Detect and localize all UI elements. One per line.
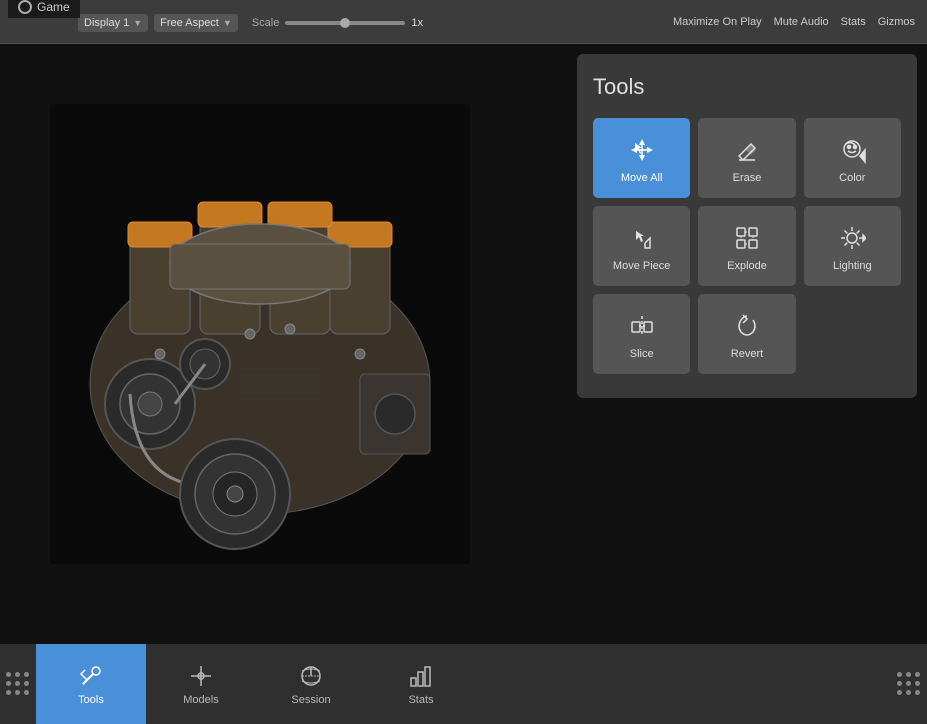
maximize-button[interactable]: Maximize On Play <box>673 16 762 28</box>
game-tab-label: Game <box>37 0 70 14</box>
models-nav-icon <box>187 662 215 690</box>
revert-icon <box>733 312 761 340</box>
tool-slice[interactable]: Slice <box>593 294 690 374</box>
stats-button[interactable]: Stats <box>841 16 866 28</box>
scale-handle <box>340 18 350 28</box>
engine-visual <box>50 104 470 564</box>
move-all-icon <box>628 136 656 164</box>
tools-grid: Move All Erase <box>593 118 901 374</box>
right-drag-handle[interactable] <box>891 644 927 724</box>
erase-icon <box>733 136 761 164</box>
toolbar: Game Display 1 ▼ Free Aspect ▼ Scale 1x … <box>0 0 927 44</box>
slice-icon <box>628 312 656 340</box>
aspect-label: Free Aspect <box>160 17 219 29</box>
display-label: Display 1 <box>84 17 129 29</box>
tool-move-all-label: Move All <box>621 172 663 184</box>
nav-stats-label: Stats <box>408 694 433 706</box>
nav-item-stats[interactable]: Stats <box>366 644 476 724</box>
tool-move-piece-label: Move Piece <box>613 260 670 272</box>
game-tab[interactable]: Game <box>8 0 80 18</box>
nav-item-models[interactable]: Models <box>146 644 256 724</box>
display-dropdown[interactable]: Display 1 ▼ <box>78 14 148 32</box>
tool-revert-label: Revert <box>731 348 763 360</box>
nav-item-tools[interactable]: Tools <box>36 644 146 724</box>
color-icon <box>838 136 866 164</box>
tool-erase[interactable]: Erase <box>698 118 795 198</box>
scale-value: 1x <box>411 17 423 29</box>
session-nav-icon <box>297 662 325 690</box>
bottom-nav: Tools Models Ses <box>0 644 927 724</box>
scale-label: Scale <box>252 17 280 29</box>
stats-nav-icon <box>407 662 435 690</box>
gizmos-button[interactable]: Gizmos <box>878 16 915 28</box>
tool-lighting[interactable]: Lighting <box>804 206 901 286</box>
tool-color-label: Color <box>839 172 865 184</box>
tool-slice-label: Slice <box>630 348 654 360</box>
tool-explode[interactable]: Explode <box>698 206 795 286</box>
game-tab-icon <box>18 0 32 14</box>
display-arrow-icon: ▼ <box>133 18 142 28</box>
game-area: Tools Move All <box>0 44 927 724</box>
nav-tools-label: Tools <box>78 694 104 706</box>
tool-color[interactable]: Color <box>804 118 901 198</box>
tool-move-piece[interactable]: Move Piece <box>593 206 690 286</box>
tools-panel: Tools Move All <box>577 54 917 398</box>
tool-lighting-label: Lighting <box>833 260 872 272</box>
mute-button[interactable]: Mute Audio <box>774 16 829 28</box>
tools-title: Tools <box>593 74 901 100</box>
tool-erase-label: Erase <box>733 172 762 184</box>
tools-nav-icon <box>77 662 105 690</box>
move-piece-icon <box>628 224 656 252</box>
scale-slider[interactable] <box>285 21 405 25</box>
nav-item-session[interactable]: Session <box>256 644 366 724</box>
nav-session-label: Session <box>291 694 330 706</box>
aspect-dropdown[interactable]: Free Aspect ▼ <box>154 14 238 32</box>
left-drag-handle[interactable] <box>0 644 36 724</box>
nav-models-label: Models <box>183 694 218 706</box>
tool-revert[interactable]: Revert <box>698 294 795 374</box>
tool-move-all[interactable]: Move All <box>593 118 690 198</box>
tool-explode-label: Explode <box>727 260 767 272</box>
aspect-arrow-icon: ▼ <box>223 18 232 28</box>
nav-items: Tools Models Ses <box>36 644 891 724</box>
explode-icon <box>733 224 761 252</box>
lighting-icon <box>838 224 866 252</box>
